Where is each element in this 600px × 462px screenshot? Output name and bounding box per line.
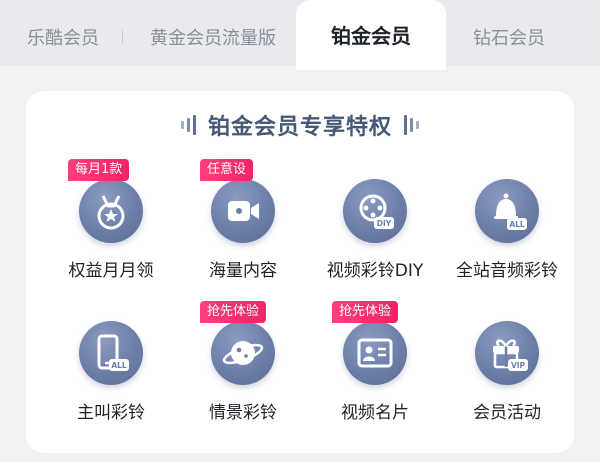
tab-diamond-member[interactable]: 钻石会员 — [454, 0, 564, 66]
badge-monthly: 每月1款 — [68, 159, 130, 181]
all-icon-text: ALL — [111, 361, 127, 370]
privilege-label: 权益月月领 — [68, 261, 154, 281]
title-left-decoration — [180, 115, 196, 135]
video-camera-icon — [211, 179, 275, 243]
title-right-decoration — [404, 115, 419, 135]
privilege-label: 主叫彩铃 — [77, 403, 145, 423]
phone-icon: ALL — [79, 321, 143, 385]
gift-icon: VIP — [475, 321, 539, 385]
privilege-label: 情景彩铃 — [209, 403, 277, 423]
privileges-panel: 铂金会员专享特权 权益月月领 每月1款 海量内容 任意设 DIY 视频彩铃DIY… — [26, 91, 574, 453]
member-tab-bar: 乐酷会员 黄金会员流量版 铂金会员 钻石会员 — [0, 0, 600, 70]
tab-lekù-member[interactable]: 乐酷会员 — [8, 0, 118, 66]
privilege-item-video-ringtone-diy[interactable]: DIY 视频彩铃DIY — [306, 161, 438, 291]
tab-divider — [122, 30, 123, 44]
badge-early-access: 抢先体验 — [200, 301, 267, 323]
tab-platinum-member[interactable]: 铂金会员 — [296, 0, 446, 70]
privilege-item-member-activities[interactable]: VIP 会员活动 — [438, 303, 570, 433]
privilege-item-site-audio-ringtone[interactable]: ALL 全站音频彩铃 — [438, 161, 570, 291]
tab-gold-member-data[interactable]: 黄金会员流量版 — [128, 0, 298, 66]
contact-card-icon — [343, 321, 407, 385]
vip-icon-text: VIP — [511, 361, 526, 370]
badge-early-access: 抢先体验 — [332, 301, 399, 323]
planet-icon — [211, 321, 275, 385]
film-reel-icon: DIY — [343, 179, 407, 243]
medal-icon — [79, 179, 143, 243]
panel-header: 铂金会员专享特权 — [26, 105, 574, 145]
privilege-label: 海量内容 — [209, 261, 277, 281]
privilege-item-caller-ringtone[interactable]: ALL 主叫彩铃 — [42, 303, 174, 433]
diy-icon-text: DIY — [377, 219, 392, 228]
all-icon-text: ALL — [509, 220, 525, 229]
privilege-label: 视频彩铃DIY — [326, 261, 424, 281]
privilege-label: 视频名片 — [341, 403, 409, 423]
privilege-label: 全站音频彩铃 — [456, 261, 558, 281]
bell-icon: ALL — [475, 179, 539, 243]
privilege-label: 会员活动 — [473, 403, 541, 423]
badge-any-set: 任意设 — [200, 159, 254, 181]
panel-title: 铂金会员专享特权 — [207, 115, 392, 140]
